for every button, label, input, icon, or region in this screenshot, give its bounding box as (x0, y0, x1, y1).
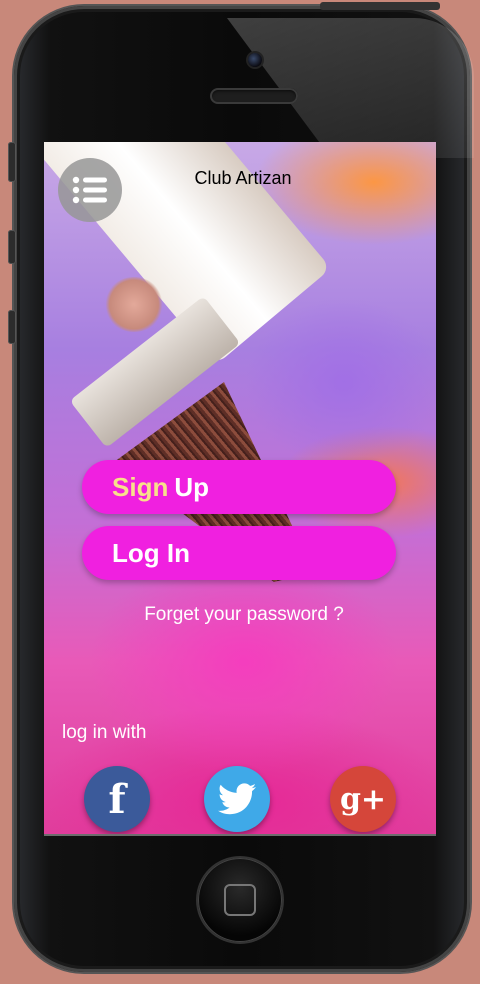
log-in-button[interactable]: Log In (82, 526, 396, 580)
power-button (320, 2, 440, 10)
volume-up-button (8, 230, 16, 264)
earpiece-speaker (210, 88, 298, 104)
front-camera (248, 53, 262, 67)
screen-bottom-edge (44, 834, 436, 836)
social-login-heading: log in with (62, 722, 147, 743)
home-square-icon (224, 884, 256, 916)
google-plus-icon: g+ (339, 781, 387, 817)
sign-up-button[interactable]: Sign Up (82, 460, 396, 514)
sign-up-label: Up (174, 471, 210, 502)
forgot-password-link[interactable]: Forget your password ? (44, 604, 436, 626)
facebook-login-button[interactable]: f (84, 766, 150, 832)
volume-down-button (8, 310, 16, 344)
home-button[interactable] (198, 858, 282, 942)
sign-up-label-highlight: Sign (112, 471, 169, 502)
twitter-icon (218, 783, 256, 815)
log-in-label: Log In (112, 537, 190, 568)
app-screen: Club Artizan Sign Up Log In Forget your … (44, 142, 436, 834)
facebook-icon: f (108, 775, 126, 823)
twitter-login-button[interactable] (204, 766, 270, 832)
google-plus-login-button[interactable]: g+ (330, 766, 396, 832)
mute-switch (8, 142, 16, 182)
app-title: Club Artizan (194, 168, 292, 188)
paint-spot-image (104, 277, 164, 332)
